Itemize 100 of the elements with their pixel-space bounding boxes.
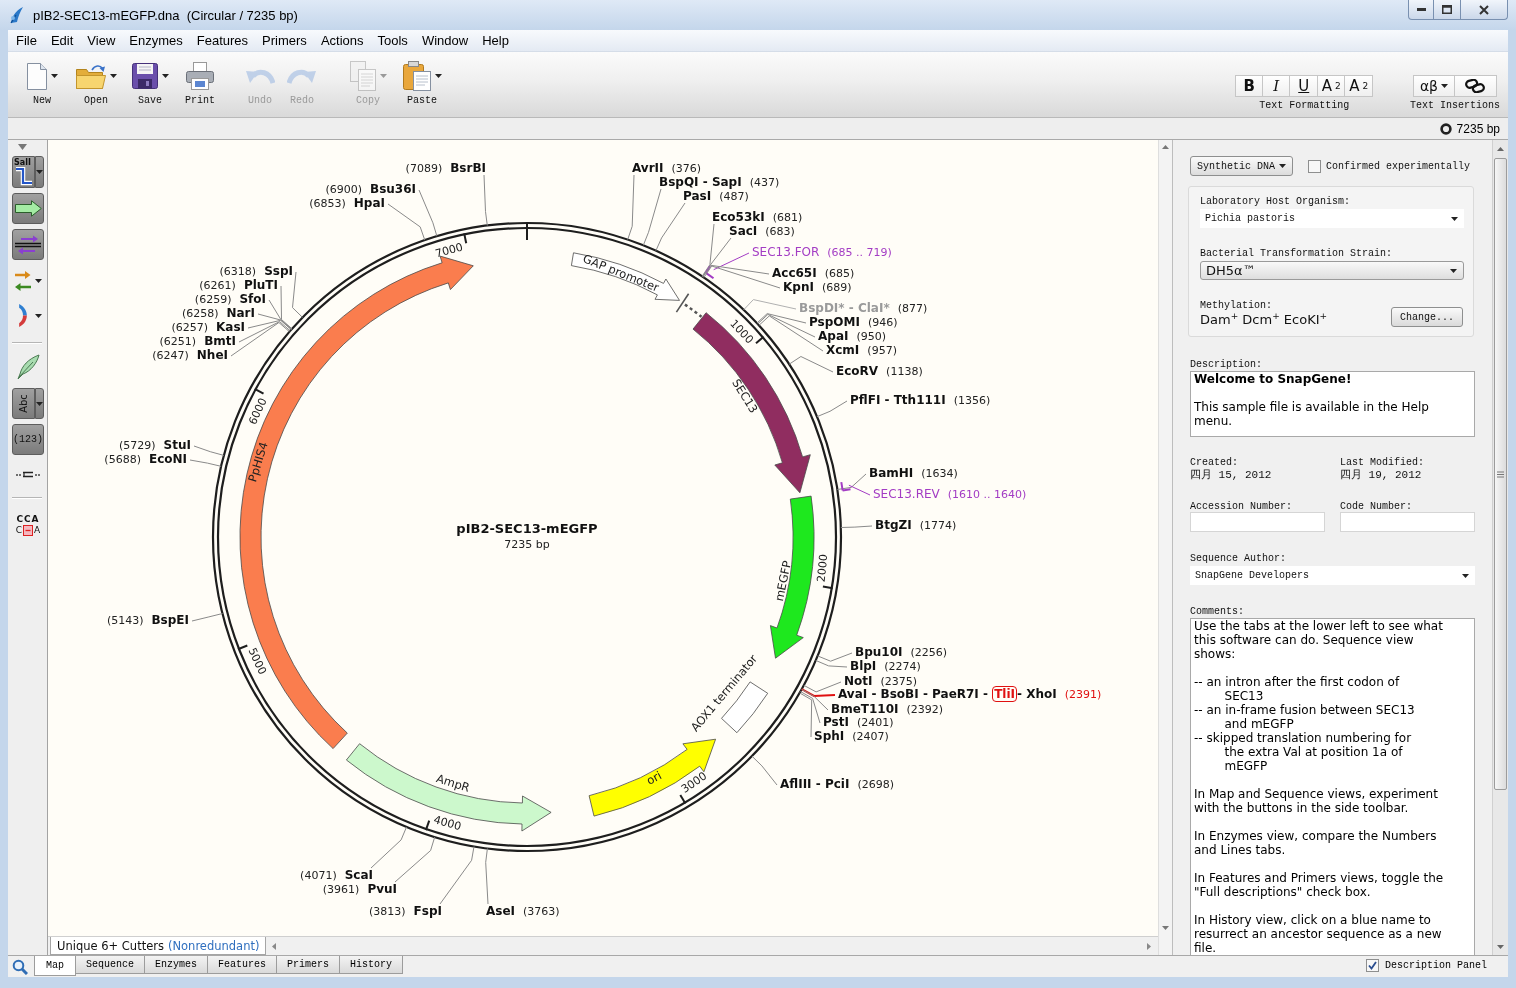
input-field[interactable] bbox=[1340, 512, 1475, 532]
enzyme-name[interactable]: AseI bbox=[486, 903, 516, 919]
view-tab[interactable]: Sequence bbox=[76, 956, 146, 974]
enzyme-name[interactable]: NheI bbox=[196, 347, 228, 363]
superscript-button[interactable]: A$^{2}$ bbox=[1318, 75, 1346, 97]
open-button[interactable]: Open bbox=[72, 60, 120, 107]
enzyme-name[interactable]: NotI bbox=[844, 673, 873, 689]
window-title: pIB2-SEC13-mEGFP.dna (Circular / 7235 bp) bbox=[33, 7, 298, 23]
enzyme-name[interactable]: PflFI - Tth111I bbox=[850, 392, 946, 408]
minimize-button[interactable] bbox=[1408, 0, 1434, 20]
enzyme-name[interactable]: BmeT110I bbox=[831, 701, 899, 717]
dropdown-button[interactable] bbox=[35, 156, 44, 188]
molecule-type-dropdown[interactable]: Synthetic DNA bbox=[1190, 156, 1293, 176]
enzyme-name[interactable]: PspOMI bbox=[809, 314, 860, 330]
input-field[interactable] bbox=[1190, 512, 1325, 532]
enzyme-name[interactable]: AflIII - PciI bbox=[780, 776, 850, 792]
vertical-scrollbar[interactable] bbox=[1158, 140, 1172, 955]
paste-button[interactable]: Paste bbox=[398, 60, 446, 107]
view-tab[interactable]: History bbox=[340, 956, 404, 974]
cut-site-button[interactable]: SalI bbox=[12, 156, 35, 188]
enzyme-name[interactable]: KpnI bbox=[783, 279, 814, 295]
checkbox[interactable] bbox=[1365, 959, 1379, 972]
comments-field[interactable]: Use the tabs at the lower left to see what this software can do. Sequence view shows: -- an intron after the first codon of SEC13 -- an in-frame fusion between SEC13 and mEGFP -- skipped translation numbering for the extra Val at position 1a of mEGFP In Map and Sequence views, experiment with the buttons in the side toolbar. In Enzymes view, compare the Numbers and Lines tabs. In Features and Primers views, toggle the "Full descriptions" check box. In History view, click on a blue name to resurrect an ancestor sequence as a new file. bbox=[1190, 618, 1475, 955]
enzyme-name[interactable]: EcoNI bbox=[148, 451, 187, 467]
enzyme-name[interactable]: StuI bbox=[163, 437, 191, 453]
enzyme-name[interactable]: SspI bbox=[264, 263, 293, 279]
menu-item[interactable]: Features bbox=[189, 30, 256, 51]
menu-item[interactable]: Actions bbox=[313, 30, 371, 51]
menu-item[interactable]: Help bbox=[475, 30, 516, 51]
enzyme-name[interactable]: XcmI bbox=[826, 342, 860, 358]
enzyme-name[interactable]: Eco53kI bbox=[712, 209, 765, 225]
enzyme-name[interactable]: FspI bbox=[413, 903, 442, 919]
close-button[interactable] bbox=[1461, 0, 1508, 20]
feature-arrow[interactable]: mEGFP bbox=[770, 495, 815, 659]
right-arrow-icon bbox=[1147, 942, 1151, 950]
primer-button[interactable] bbox=[12, 229, 44, 260]
dropdown-button[interactable] bbox=[35, 388, 44, 419]
enzyme-name[interactable]: SfoI bbox=[239, 291, 266, 307]
enzyme-name[interactable]: AvaI - BsoBI - PaeR7I - TliI - XhoI bbox=[838, 686, 1057, 702]
enzyme-name[interactable]: AvrII bbox=[632, 160, 664, 176]
primer-label[interactable]: SEC13.FOR (685 .. 719) bbox=[752, 244, 892, 261]
view-tab[interactable]: Primers bbox=[277, 956, 341, 974]
primer-label[interactable]: SEC13.REV (1610 .. 1640) bbox=[873, 486, 1027, 503]
enzyme-name[interactable]: SphI bbox=[814, 728, 845, 744]
change-button[interactable]: Change... bbox=[1391, 307, 1463, 327]
enzyme-name[interactable]: ScaI bbox=[344, 867, 373, 883]
underline-button[interactable]: U bbox=[1290, 75, 1318, 97]
menu-item[interactable]: Edit bbox=[43, 30, 81, 51]
menu-item[interactable]: View bbox=[80, 30, 123, 51]
vertical-scrollbar[interactable] bbox=[1492, 140, 1508, 955]
print-button[interactable]: Print bbox=[180, 60, 220, 107]
save-button[interactable]: Save bbox=[126, 60, 174, 107]
enzyme-name[interactable]: Bpu10I bbox=[855, 644, 903, 660]
host-organism-dropdown[interactable]: Pichia pastoris bbox=[1200, 209, 1464, 228]
view-tab[interactable]: Enzymes bbox=[145, 956, 209, 974]
enzyme-name[interactable]: HpaI bbox=[353, 195, 385, 211]
enzyme-name[interactable]: SacI bbox=[729, 223, 758, 239]
checkbox[interactable] bbox=[1308, 159, 1321, 173]
enzyme-name[interactable]: PluTI bbox=[243, 277, 278, 293]
view-tab[interactable]: Features bbox=[208, 956, 278, 974]
enzyme-name[interactable]: EcoRV bbox=[836, 363, 879, 379]
enzyme-name[interactable]: PvuI bbox=[367, 881, 397, 897]
bold-button[interactable]: B bbox=[1235, 75, 1263, 97]
enzyme-name[interactable]: BsrBI bbox=[450, 160, 486, 176]
menu-item[interactable]: Enzymes bbox=[122, 30, 190, 51]
scroll-thumb[interactable] bbox=[1494, 158, 1507, 790]
menu-item[interactable]: Primers bbox=[255, 30, 314, 51]
new-button[interactable]: New bbox=[18, 60, 66, 107]
enzyme-name[interactable]: BlpI bbox=[850, 658, 877, 674]
feature-arrow-button[interactable] bbox=[12, 193, 44, 224]
maximize-button[interactable] bbox=[1434, 0, 1461, 20]
enzyme-name[interactable]: BtgZI bbox=[875, 517, 912, 533]
leader-line bbox=[816, 400, 848, 418]
enzyme-name[interactable]: BmtI bbox=[204, 333, 236, 349]
description-field[interactable]: Welcome to SnapGene! This sample file is available in the Help menu. bbox=[1190, 371, 1475, 437]
primer-bracket-icon[interactable] bbox=[704, 265, 715, 280]
strain-dropdown[interactable]: DH5α™ bbox=[1200, 261, 1464, 280]
menu-item[interactable]: File bbox=[9, 30, 44, 51]
search-icon[interactable] bbox=[12, 959, 28, 975]
view-tab[interactable]: Map bbox=[34, 956, 76, 976]
enzyme-name[interactable]: ApaI bbox=[818, 328, 849, 344]
down-arrow-icon bbox=[1162, 926, 1169, 930]
numbers-button[interactable]: (123) bbox=[12, 424, 44, 455]
enzyme-name[interactable]: BspEI bbox=[151, 612, 189, 628]
symbols-button[interactable]: αβ bbox=[1413, 75, 1455, 97]
menu-item[interactable]: Window bbox=[414, 30, 476, 51]
link-button[interactable] bbox=[1455, 75, 1497, 97]
enzyme-name[interactable]: Bsu36I bbox=[370, 181, 416, 197]
enzyme-name[interactable]: BamHI bbox=[869, 465, 914, 481]
enzyme-name[interactable]: BspQI - SapI bbox=[659, 174, 742, 190]
caret-icon[interactable] bbox=[18, 144, 27, 150]
italic-button[interactable]: I bbox=[1263, 75, 1291, 97]
text-button[interactable]: Abc bbox=[12, 388, 35, 419]
enzyme-name[interactable]: PstI bbox=[823, 714, 849, 730]
enzyme-name[interactable]: PasI bbox=[683, 188, 712, 204]
enzyme-name[interactable]: Acc65I bbox=[772, 265, 817, 281]
enzyme-set-tab[interactable]: Unique 6+ Cutters (Nonredundant) bbox=[50, 937, 267, 955]
menu-item[interactable]: Tools bbox=[370, 30, 415, 51]
alignment-button[interactable]: CCA C A bbox=[12, 511, 44, 539]
author-dropdown[interactable]: SnapGene Developers bbox=[1190, 566, 1475, 585]
